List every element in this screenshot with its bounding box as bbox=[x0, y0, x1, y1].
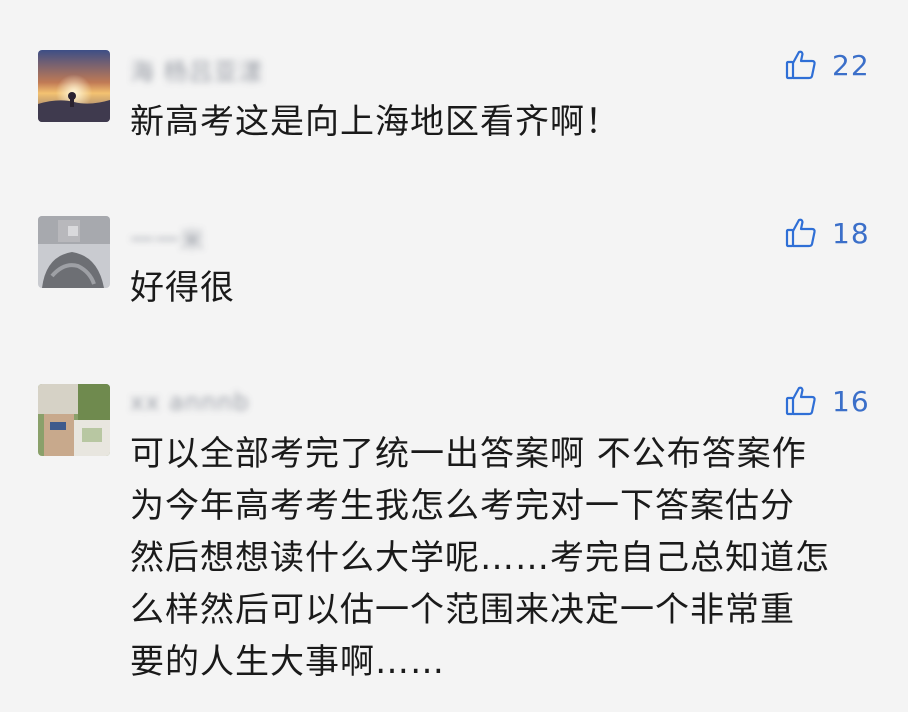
thumbs-up-icon bbox=[784, 384, 818, 418]
like-count: 18 bbox=[832, 216, 870, 250]
username[interactable]: 海 杨吕亚漾 bbox=[130, 52, 264, 87]
comment-text-line: 好得很 bbox=[130, 268, 235, 308]
username[interactable]: xx annnb bbox=[130, 388, 250, 416]
comment-text-line: 可以全部考完了统一出答案啊 不公布答案作 bbox=[130, 434, 807, 474]
like-button[interactable]: 16 bbox=[784, 384, 870, 418]
like-count: 22 bbox=[832, 48, 870, 82]
thumbs-up-icon bbox=[784, 48, 818, 82]
like-button[interactable]: 18 bbox=[784, 216, 870, 250]
comment-text: 好得很 bbox=[130, 262, 870, 314]
avatar[interactable] bbox=[38, 384, 110, 456]
thumbs-up-icon bbox=[784, 216, 818, 250]
comment-text: 可以全部考完了统一出答案啊 不公布答案作 为今年高考考生我怎么考完对一下答案估分… bbox=[130, 428, 870, 688]
comment-text-line: 然后想想读什么大学呢……考完自己总知道怎 bbox=[130, 538, 830, 578]
like-count: 16 bbox=[832, 384, 870, 418]
avatar[interactable] bbox=[38, 216, 110, 288]
comment-text: 新高考这是向上海地区看齐啊！ bbox=[130, 96, 870, 148]
username[interactable]: 一一米 bbox=[130, 220, 205, 255]
comment-text-line: 为今年高考考生我怎么考完对一下答案估分 bbox=[130, 486, 795, 526]
avatar[interactable] bbox=[38, 50, 110, 122]
comment-text-line: 新高考这是向上海地区看齐啊！ bbox=[130, 102, 620, 142]
comment-text-line: 么样然后可以估一个范围来决定一个非常重 bbox=[130, 590, 795, 630]
like-button[interactable]: 22 bbox=[784, 48, 870, 82]
comment-text-line: 要的人生大事啊…… bbox=[130, 642, 445, 682]
